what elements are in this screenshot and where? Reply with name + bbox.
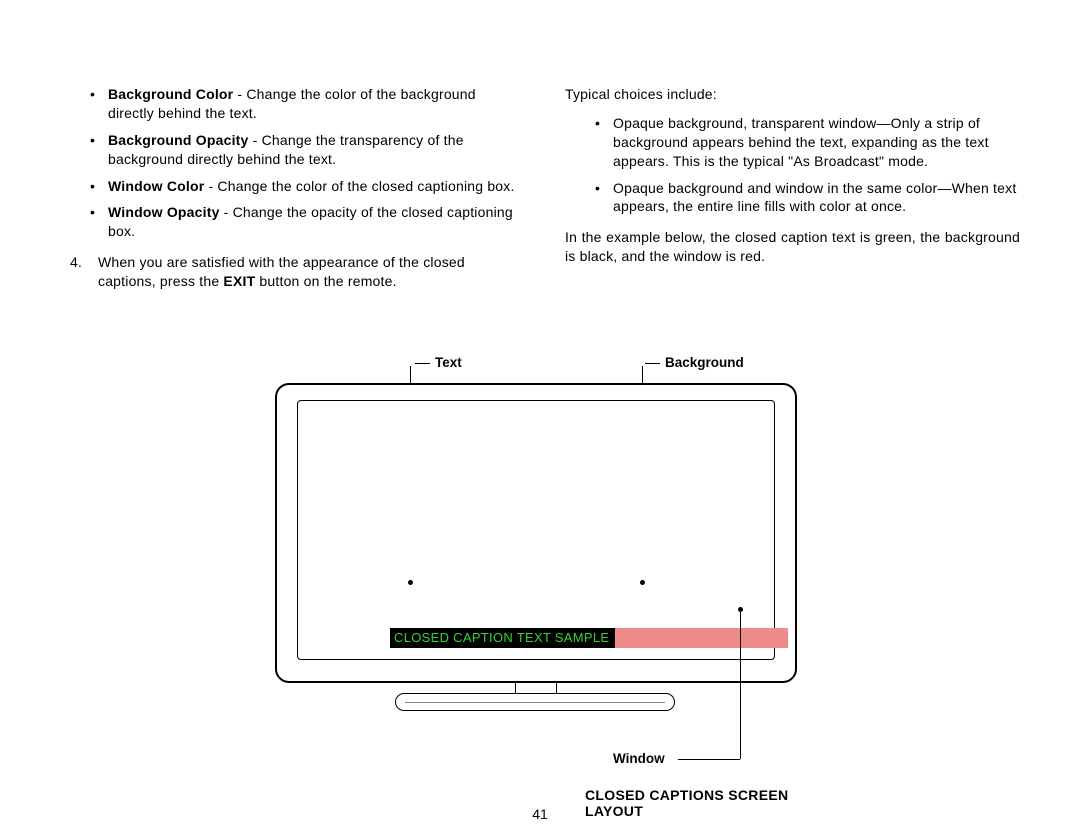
callout-label-window: Window [613,751,665,766]
step-bold: EXIT [223,273,255,289]
bullet-bold: Background Color [108,86,233,102]
step-number: 4. [70,253,88,291]
bullet-bold: Background Opacity [108,132,249,148]
callout-label-text: Text [435,355,462,370]
bullet-bold: Window Opacity [108,204,220,220]
bullet-bg-color: Background Color - Change the color of t… [90,85,515,123]
content-columns: Background Color - Change the color of t… [60,85,1020,291]
bullet-bg-opacity: Background Opacity - Change the transpar… [90,131,515,169]
leader-line [740,609,741,759]
typical-bullet-1: Opaque background, transparent window—On… [595,114,1020,171]
step-body: When you are satisfied with the appearan… [98,253,515,291]
example-paragraph: In the example below, the closed caption… [565,228,1020,266]
step-text-b: button on the remote. [255,273,396,289]
right-column: Typical choices include: Opaque backgrou… [565,85,1020,291]
step-4: 4. When you are satisfied with the appea… [60,253,515,291]
caption-text-sample: CLOSED CAPTION TEXT SAMPLE [394,630,609,645]
bullet-bold: Window Color [108,178,204,194]
page-number: 41 [532,806,548,822]
bullet-window-color: Window Color - Change the color of the c… [90,177,515,196]
monitor-screen: CLOSED CAPTION TEXT SAMPLE [297,400,775,660]
figure-title: CLOSED CAPTIONS SCREEN LAYOUT [585,787,835,819]
settings-bullets: Background Color - Change the color of t… [60,85,515,241]
typical-bullet-2: Opaque background and window in the same… [595,179,1020,217]
bullet-window-opacity: Window Opacity - Change the opacity of t… [90,203,515,241]
callout-label-background: Background [665,355,744,370]
typical-bullets: Opaque background, transparent window—On… [565,114,1020,216]
monitor-stand-edge [405,702,665,703]
left-column: Background Color - Change the color of t… [60,85,515,291]
typical-intro: Typical choices include: [565,85,1020,104]
leader-dot [738,607,743,612]
leader-dot [640,580,645,585]
leader-dot [408,580,413,585]
bullet-text: - Change the color of the closed caption… [204,178,514,194]
